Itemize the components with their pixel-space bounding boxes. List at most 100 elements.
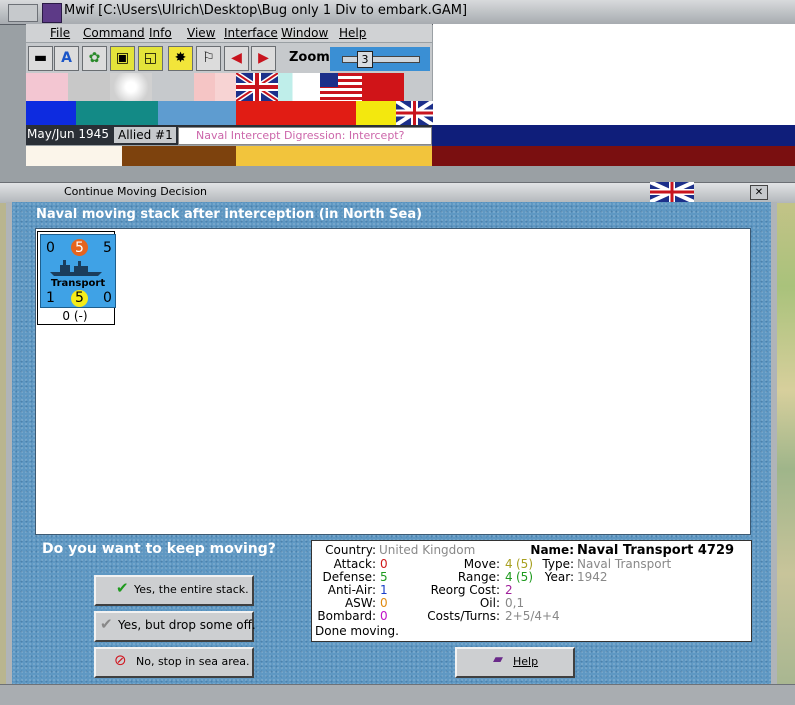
flag-blank-icon[interactable] [152, 73, 194, 101]
empty-area [433, 24, 795, 125]
counter-top-right: 5 [103, 240, 112, 256]
type-value: Naval Transport [577, 557, 672, 571]
color-swatch-teal [76, 101, 158, 125]
move-value: 4 [505, 557, 513, 571]
flag-rising-sun-icon[interactable] [110, 73, 152, 101]
dialog-title: Continue Moving Decision [64, 185, 208, 198]
menu-view[interactable]: View [187, 26, 215, 40]
menu-info[interactable]: Info [149, 26, 172, 40]
dialog-close-icon[interactable]: ✕ [750, 185, 768, 200]
antiair-value: 1 [380, 583, 388, 597]
dialog-heading: Naval moving stack after interception (i… [36, 207, 423, 222]
color-strip [26, 146, 795, 166]
attack-value: 0 [380, 557, 388, 571]
flag-uk-small-icon[interactable] [396, 101, 433, 125]
oil-label: Oil: [479, 596, 500, 610]
counter-top-mid: 5 [75, 240, 84, 256]
yes-drop-some-button[interactable]: ✔ Yes, but drop some off. [94, 611, 256, 642]
stack-panel [35, 228, 751, 535]
attack-label: Attack: [333, 557, 376, 571]
gear-icon[interactable]: ✿ [82, 46, 107, 71]
select-icon[interactable]: ◱ [138, 46, 163, 71]
flag-pink-icon[interactable] [26, 73, 68, 101]
menu-bar: File Command Info View Interface Window … [26, 24, 432, 42]
zoom-label: Zoom [289, 50, 330, 65]
yes-entire-stack-label: Yes, the entire stack. [134, 583, 249, 596]
color-swatch-sky [158, 101, 236, 125]
date-label: May/Jun 1945 [27, 127, 109, 141]
defense-value: 5 [380, 570, 388, 584]
stop-icon: ⊘ [114, 651, 127, 669]
asw-value: 0 [380, 596, 388, 610]
grid-icon[interactable]: ▣ [110, 46, 135, 71]
menu-command[interactable]: Command [83, 26, 145, 40]
range-label: Range: [457, 570, 500, 584]
name-label: Name: [530, 543, 574, 557]
done-moving-label: Done moving. [315, 624, 399, 638]
costs-value: 2+5/4+4 [505, 609, 560, 623]
counter-label: Transport [50, 278, 106, 289]
oil-value: 0,1 [505, 596, 525, 610]
yes-entire-stack-button[interactable]: ✔ Yes, the entire stack. [94, 575, 254, 606]
reorg-value: 2 [505, 583, 513, 597]
dialog-flag-uk-icon [650, 182, 694, 202]
name-value: Naval Transport 4729 [577, 543, 735, 558]
flag-usa-icon[interactable] [320, 73, 362, 101]
color-band-navy [432, 125, 795, 146]
menu-interface[interactable]: Interface [224, 26, 278, 40]
checkmark-icon: ✔ [116, 579, 129, 597]
help-label: Help [513, 655, 539, 668]
flag-neutral-icon[interactable] [404, 73, 432, 101]
zoom-slider-track[interactable] [342, 56, 420, 63]
move-label: Move: [463, 557, 500, 571]
type-label: Type: [542, 557, 574, 571]
color-swatch-blue [26, 101, 76, 125]
flag-teal-icon[interactable] [278, 73, 320, 101]
help-book-icon: ▰ [493, 652, 503, 667]
flag-ussr-icon[interactable] [362, 73, 404, 101]
menu-window[interactable]: Window [281, 26, 328, 40]
move-extra: (5) [516, 557, 533, 571]
menu-file[interactable]: File [50, 26, 70, 40]
arrow-left-icon[interactable]: ◀ [224, 46, 249, 71]
side-label: Allied #1 [118, 128, 173, 142]
unit-sub-label: 0 (-) [62, 309, 88, 323]
counter-bottom-right: 0 [103, 290, 112, 306]
color-swatch-red [236, 101, 356, 125]
country-value: United Kingdom [379, 543, 476, 557]
year-value: 1942 [577, 570, 608, 584]
bombard-value: 0 [380, 609, 388, 623]
range-value: 4 [505, 570, 513, 584]
dialog-bottom-frame [0, 684, 795, 705]
no-stop-button[interactable]: ⊘ No, stop in sea area. [94, 647, 254, 678]
menu-help[interactable]: Help [339, 26, 366, 40]
reorg-label: Reorg Cost: [430, 583, 500, 597]
checkmark-grey-icon: ✔ [100, 615, 113, 633]
bombard-label: Bombard: [317, 609, 376, 623]
flag-pale-icon[interactable] [194, 73, 236, 101]
transport-ship-icon [50, 260, 102, 276]
font-a-icon[interactable]: A [54, 46, 79, 71]
range-extra: (5) [516, 570, 533, 584]
main-window-title: Mwif [C:\Users\Ulrich\Desktop\Bug only 1… [64, 3, 468, 18]
app-icon [42, 3, 62, 23]
help-button[interactable]: ▰ Help [455, 647, 575, 678]
system-menu-button[interactable] [8, 4, 38, 22]
costs-label: Costs/Turns: [427, 609, 500, 623]
arrow-right-icon[interactable]: ▶ [251, 46, 276, 71]
counter-top-left: 0 [46, 240, 55, 256]
explosion-icon[interactable]: ✸ [168, 46, 193, 71]
defense-label: Defense: [322, 570, 376, 584]
asw-label: ASW: [344, 596, 376, 610]
yes-drop-some-label: Yes, but drop some off. [118, 618, 256, 632]
flag-icon[interactable]: ⚐ [196, 46, 221, 71]
year-label: Year: [544, 570, 574, 584]
flag-uk-icon[interactable] [236, 73, 278, 101]
antiair-label: Anti-Air: [327, 583, 376, 597]
question-label: Do you want to keep moving? [42, 541, 276, 557]
phase-label: Naval Intercept Digression: Intercept? [196, 129, 405, 142]
no-stop-label: No, stop in sea area. [136, 655, 250, 668]
tank-icon[interactable]: ▬ [28, 46, 53, 71]
flag-grey-icon[interactable] [68, 73, 110, 101]
zoom-slider-knob[interactable]: 3 [357, 51, 373, 68]
